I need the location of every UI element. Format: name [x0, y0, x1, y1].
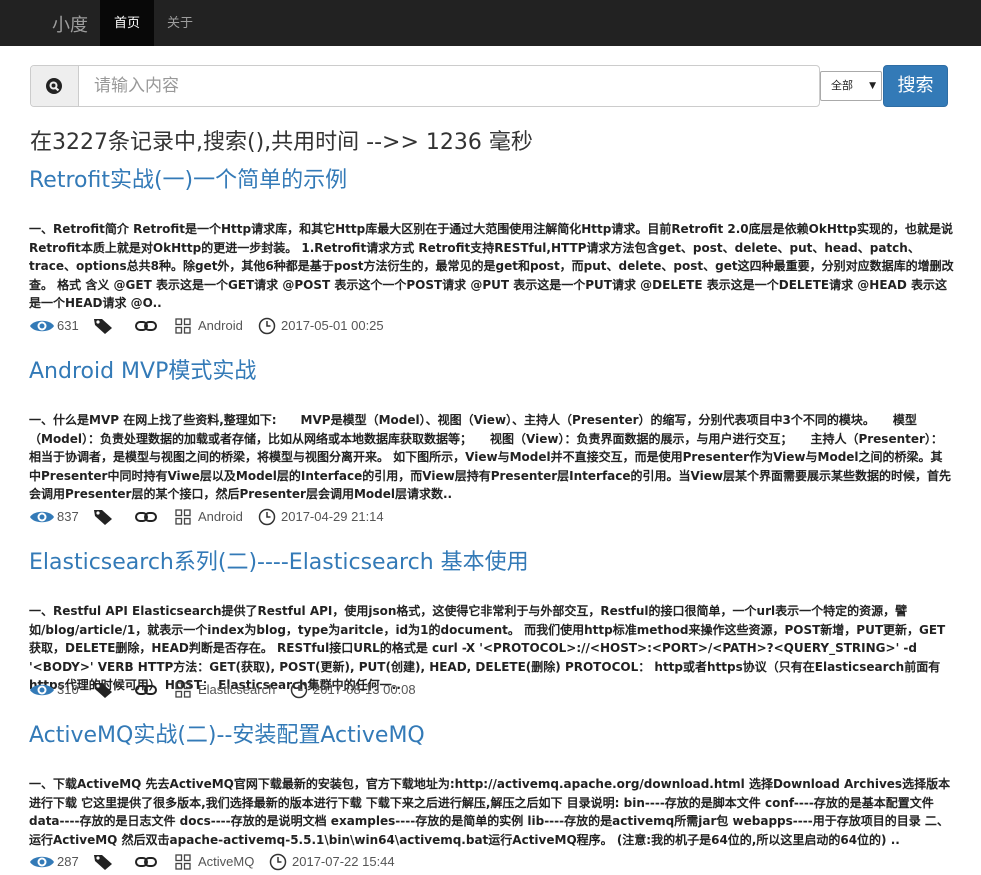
result-title[interactable]: Android MVP模式实战: [29, 358, 954, 386]
result-title[interactable]: Elasticsearch系列(二)----Elasticsearch 基本使用: [29, 549, 954, 577]
top-navbar: 小度 首页 关于: [0, 0, 981, 46]
search-input[interactable]: [80, 66, 818, 106]
result-snippet: 一、下载ActiveMQ 先去ActiveMQ官网下载最新的安装包，官方下载地址…: [29, 777, 951, 847]
clock-icon: [258, 317, 276, 335]
clock-icon: [269, 853, 287, 871]
result-title[interactable]: Retrofit实战(一)一个简单的示例: [29, 167, 954, 195]
nav-home[interactable]: 首页: [100, 0, 155, 46]
eye-icon: [30, 320, 54, 332]
search-addon: [31, 66, 79, 106]
view-count: 631: [57, 318, 79, 333]
result-snippet: 一、什么是MVP 在网上找了些资料,整理如下: MVP是模型（Model）、视图…: [29, 413, 951, 501]
result-title[interactable]: ActiveMQ实战(二)--安装配置ActiveMQ: [29, 722, 954, 750]
scope-select[interactable]: 全部 ▼: [820, 71, 882, 101]
link-icon[interactable]: [135, 684, 157, 696]
eye-icon: [30, 511, 54, 523]
category-label[interactable]: Elasticsearch: [198, 679, 275, 701]
post-date: 2017-04-29 21:14: [281, 509, 384, 524]
category-label[interactable]: ActiveMQ: [198, 851, 254, 873]
category-label[interactable]: Android: [198, 315, 243, 337]
tag-icon[interactable]: [93, 317, 113, 335]
nav-about[interactable]: 关于: [153, 0, 207, 46]
view-count: 310: [57, 682, 79, 697]
search-logo-icon: [46, 78, 62, 94]
result-item: Android MVP模式实战 一、什么是MVP 在网上找了些资料,整理如下: …: [29, 358, 954, 526]
view-count: 287: [57, 854, 79, 869]
eye-icon: [30, 684, 54, 696]
link-icon[interactable]: [135, 856, 157, 868]
tag-icon[interactable]: [93, 681, 113, 699]
category-label[interactable]: Android: [198, 506, 243, 528]
category-icon: [175, 682, 191, 698]
chevron-down-icon: ▼: [869, 81, 876, 91]
brand-logo[interactable]: 小度: [52, 11, 88, 37]
result-snippet: 一、Restful API Elasticsearch提供了Restful AP…: [29, 604, 946, 692]
eye-icon: [30, 856, 54, 868]
scope-select-value: 全部: [831, 79, 853, 92]
tag-icon[interactable]: [93, 508, 113, 526]
link-icon[interactable]: [135, 511, 157, 523]
search-bar: [30, 65, 820, 107]
clock-icon: [258, 508, 276, 526]
category-icon: [175, 509, 191, 525]
search-summary: 在3227条记录中,搜索(),共用时间 -->> 1236 毫秒: [30, 130, 533, 155]
result-item: Elasticsearch系列(二)----Elasticsearch 基本使用…: [29, 549, 954, 699]
category-icon: [175, 318, 191, 334]
result-item: Retrofit实战(一)一个简单的示例 一、Retrofit简介 Retrof…: [29, 167, 954, 335]
category-icon: [175, 854, 191, 870]
clock-icon: [290, 681, 308, 699]
search-button[interactable]: 搜索: [883, 65, 948, 107]
result-snippet: 一、Retrofit简介 Retrofit是一个Http请求库，和其它Http库…: [29, 222, 954, 310]
result-item: ActiveMQ实战(二)--安装配置ActiveMQ 一、下载ActiveMQ…: [29, 722, 954, 871]
post-date: 2017-08-13 00:08: [313, 682, 416, 697]
post-date: 2017-05-01 00:25: [281, 318, 384, 333]
tag-icon[interactable]: [93, 853, 113, 871]
link-icon[interactable]: [135, 320, 157, 332]
view-count: 837: [57, 509, 79, 524]
post-date: 2017-07-22 15:44: [292, 854, 395, 869]
